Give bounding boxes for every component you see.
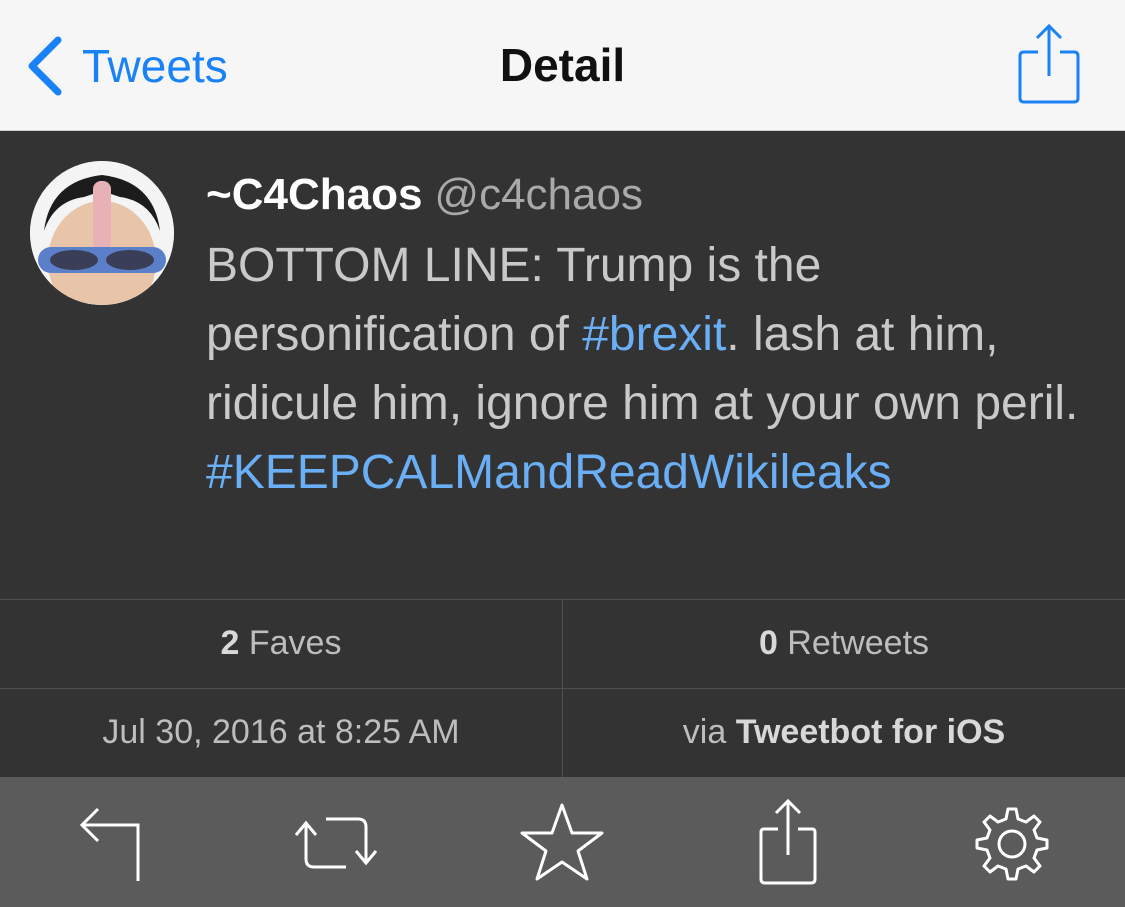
tweet-detail: ~C4Chaos @c4chaos BOTTOM LINE: Trump is t… <box>0 131 1125 599</box>
user-avatar-image <box>30 161 174 305</box>
favorite-button[interactable] <box>512 795 612 891</box>
tweet-text: BOTTOM LINE: Trump is the personificatio… <box>206 231 1106 507</box>
author-name[interactable]: ~C4Chaos <box>206 170 422 219</box>
share-toolbar-button[interactable] <box>738 795 838 891</box>
faves-number: 2 <box>220 624 240 662</box>
via-prefix: via <box>682 713 736 751</box>
source-client: Tweetbot for iOS <box>735 713 1006 751</box>
faves-label: Faves <box>239 624 342 662</box>
bottom-toolbar <box>0 777 1125 907</box>
reply-icon <box>79 807 140 881</box>
tweet-content: ~C4Chaos @c4chaos BOTTOM LINE: Trump is t… <box>206 169 1106 507</box>
settings-gear-icon <box>975 807 1049 881</box>
share-button[interactable] <box>1016 20 1082 106</box>
hashtag-link[interactable]: #brexit <box>582 308 726 361</box>
page-title: Detail <box>499 39 626 91</box>
tweet-source[interactable]: via Tweetbot for iOS <box>563 688 1125 777</box>
share-icon <box>1018 23 1080 104</box>
favorite-star-icon <box>520 803 604 881</box>
settings-button[interactable] <box>962 795 1062 891</box>
retweets-number: 0 <box>758 624 778 662</box>
tweet-stats: 2 Faves 0 Retweets Jul 30, 2016 at 8:25 … <box>0 599 1125 777</box>
retweets-label: Retweets <box>777 624 930 662</box>
retweets-count[interactable]: 0 Retweets <box>563 599 1125 688</box>
avatar[interactable] <box>30 161 174 305</box>
faves-count[interactable]: 2 Faves <box>0 599 562 688</box>
navigation-bar: Tweets Detail <box>0 0 1125 131</box>
tweet-header: ~C4Chaos @c4chaos <box>206 169 1106 221</box>
reply-button[interactable] <box>60 795 160 891</box>
tweet-timestamp: Jul 30, 2016 at 8:25 AM <box>102 713 460 751</box>
share-icon <box>759 798 817 885</box>
author-handle[interactable]: @c4chaos <box>434 170 643 219</box>
retweet-icon <box>294 817 378 869</box>
retweet-button[interactable] <box>286 795 386 891</box>
hashtag-link[interactable]: #KEEPCALMandReadWikileaks <box>206 446 892 499</box>
